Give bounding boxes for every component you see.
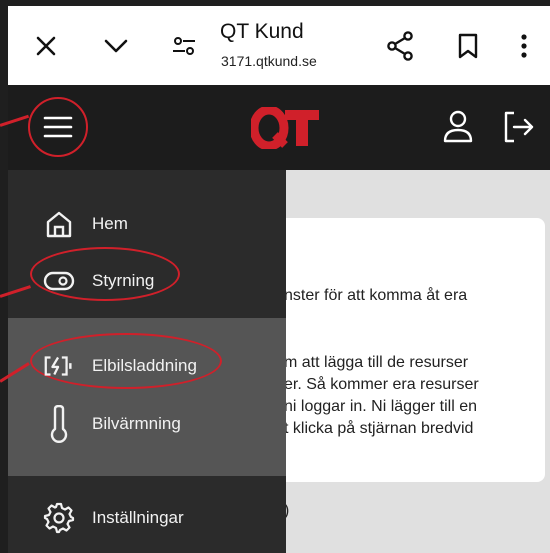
site-settings-button[interactable] [164,6,204,85]
home-icon [42,207,76,241]
info-card: nster för att komma åt era m att lägga t… [248,218,545,482]
tune-icon [173,36,195,55]
browser-toolbar: QT Kund 3171.qtkund.se [8,6,550,85]
close-tab-button[interactable] [26,6,66,85]
more-options-button[interactable] [506,6,542,85]
close-icon [36,36,56,55]
sidebar-item-installningar[interactable]: Inställningar [8,494,286,540]
sidebar-item-bilvarmning[interactable]: Bilvärmning [8,400,286,446]
qt-logo[interactable] [251,107,321,149]
bookmark-icon [458,33,478,58]
user-profile-button[interactable] [440,107,476,147]
page-url[interactable]: 3171.qtkund.se [221,53,317,69]
sidebar-item-label: Elbilsladdning [92,356,197,375]
sidebar-item-label: Inställningar [92,508,184,527]
bookmark-button[interactable] [448,6,488,85]
card-text-line: er. Så kommer era resurser [284,376,479,393]
share-icon [387,30,413,61]
menu-highlight-ring [28,97,88,157]
minimize-button[interactable] [96,6,136,85]
sidebar-item-label: Styrning [92,271,155,290]
card-text-line: ni loggar in. Ni lägger till en [284,398,477,415]
tab-title: QT Kund [220,20,304,43]
logout-button[interactable] [500,107,536,147]
app-header [8,85,550,170]
card-text-line: m att lägga till de resurser [284,354,469,371]
gear-icon [42,501,76,535]
card-text-line: t klicka på stjärnan bredvid [284,420,474,437]
sidebar-drawer: Hem Styrning Elbilsladdning Bilvärmning [8,170,286,553]
sidebar-item-label: Bilvärmning [92,414,181,433]
screen-frame: QT Kund 3171.qtkund.se nster för att kom… [0,0,550,553]
chevron-down-icon [104,39,128,52]
sidebar-item-hem[interactable]: Hem [8,200,286,246]
menu-button[interactable] [28,97,88,157]
sidebar-item-styrning[interactable]: Styrning [8,247,286,303]
thermometer-icon [42,405,76,443]
more-vert-icon [521,33,527,58]
toggle-icon [42,264,76,298]
card-text-line: nster för att komma åt era [284,287,468,304]
sidebar-item-label: Hem [92,214,128,233]
share-button[interactable] [380,6,420,85]
ev-charging-icon [42,349,76,383]
sidebar-item-elbilsladdning[interactable]: Elbilsladdning [8,333,286,389]
